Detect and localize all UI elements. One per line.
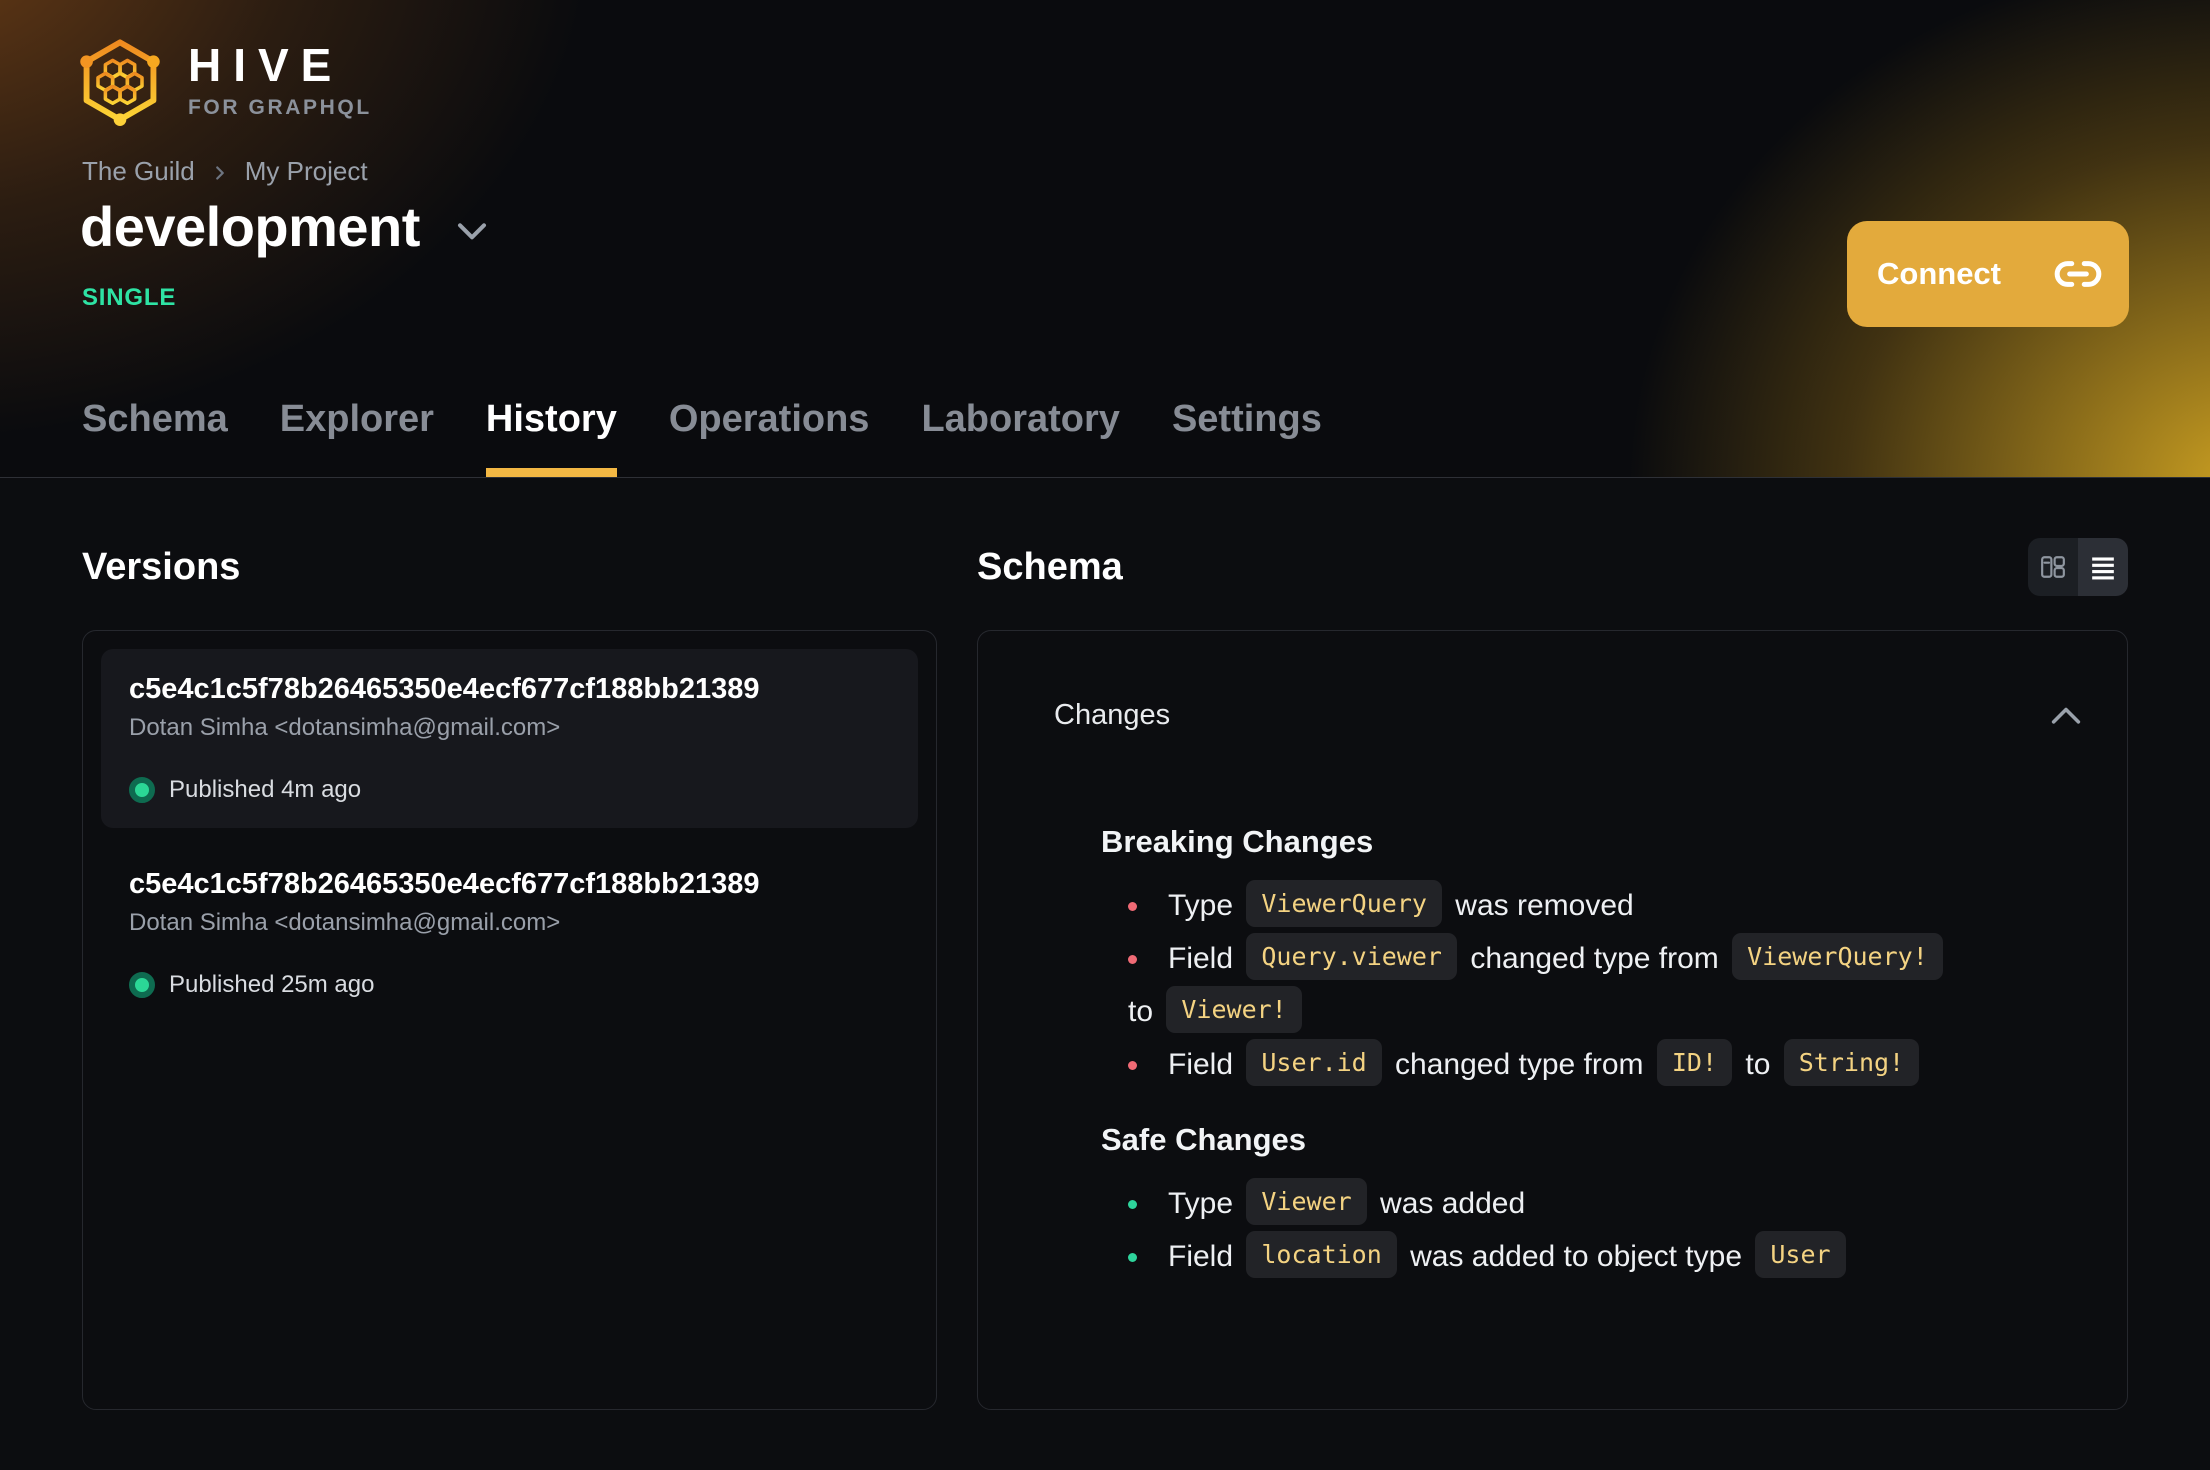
code-chip: ViewerQuery!: [1732, 933, 1943, 980]
code-chip: location: [1246, 1231, 1397, 1278]
tab-laboratory[interactable]: Laboratory: [921, 398, 1119, 477]
list-view-button[interactable]: [2078, 538, 2128, 596]
published-dot-icon: [129, 972, 155, 998]
change-list: Type ViewerQuery was removedField Query.…: [1128, 879, 2027, 1091]
schema-title: Schema: [977, 545, 1123, 588]
code-chip: ViewerQuery: [1246, 880, 1442, 927]
main-content: Versions c5e4c1c5f78b26465350e4ecf677cf1…: [0, 478, 2210, 1410]
change-item: Type Viewer was added: [1128, 1177, 2027, 1230]
change-item: Field location was added to object type …: [1128, 1230, 2027, 1283]
version-list-item[interactable]: c5e4c1c5f78b26465350e4ecf677cf188bb21389…: [101, 844, 918, 1023]
versions-title: Versions: [82, 545, 241, 588]
chevron-up-icon: [2051, 707, 2081, 724]
code-chip: Viewer!: [1166, 986, 1302, 1033]
brand-tagline: FOR GRAPHQL: [188, 96, 372, 119]
versions-panel: c5e4c1c5f78b26465350e4ecf677cf188bb21389…: [82, 630, 937, 1410]
change-item: Type ViewerQuery was removed: [1128, 879, 2027, 932]
code-chip: Query.viewer: [1246, 933, 1457, 980]
code-chip: ID!: [1656, 1039, 1733, 1086]
schema-view-toggle: [2028, 538, 2128, 596]
tab-explorer[interactable]: Explorer: [280, 398, 434, 477]
change-list: Type Viewer was addedField location was …: [1128, 1177, 2027, 1283]
breadcrumb-project[interactable]: My Project: [245, 156, 368, 187]
connect-button[interactable]: Connect: [1847, 221, 2129, 327]
version-hash: c5e4c1c5f78b26465350e4ecf677cf188bb21389: [129, 868, 760, 900]
brand-name: HIVE: [188, 39, 344, 91]
tab-schema[interactable]: Schema: [82, 398, 228, 477]
tab-history[interactable]: History: [485, 398, 617, 477]
change-section-title: Breaking Changes: [1101, 824, 1374, 859]
changes-title: Changes: [1054, 699, 1171, 731]
breadcrumb-org[interactable]: The Guild: [82, 156, 195, 187]
hive-logo[interactable]: HIVE FOR GRAPHQL: [78, 34, 372, 128]
changes-accordion-header[interactable]: Changes: [978, 631, 2127, 733]
link-icon: [2054, 261, 2102, 287]
changes-body: Breaking Changes Type ViewerQuery was rem…: [978, 733, 2127, 1283]
change-item: Field User.id changed type from ID! to S…: [1128, 1038, 2027, 1091]
header: HIVE FOR GRAPHQL The Guild My Project de…: [0, 0, 2210, 478]
chevron-right-icon: [209, 160, 231, 184]
connect-button-label: Connect: [1877, 256, 2001, 291]
columns-view-icon: [2041, 556, 2065, 578]
target-selector-chevron-down-icon[interactable]: [456, 221, 488, 243]
code-chip: String!: [1783, 1039, 1920, 1086]
tab-settings[interactable]: Settings: [1172, 398, 1322, 477]
page-title: development: [80, 195, 420, 258]
version-hash: c5e4c1c5f78b26465350e4ecf677cf188bb21389: [129, 673, 760, 705]
version-author: Dotan Simha <dotansimha@gmail.com>: [129, 714, 561, 741]
schema-changes-panel: Changes Breaking Changes Type ViewerQuery…: [977, 630, 2128, 1410]
version-author: Dotan Simha <dotansimha@gmail.com>: [129, 909, 561, 936]
change-section: Safe Changes Type Viewer was addedField l…: [1101, 1121, 2027, 1283]
version-status-text: Published 4m ago: [169, 776, 362, 803]
version-status-text: Published 25m ago: [169, 971, 375, 998]
change-item: Field Query.viewer changed type from Vie…: [1128, 932, 2027, 1038]
list-view-icon: [2092, 557, 2114, 580]
tab-operations[interactable]: Operations: [669, 398, 870, 477]
code-chip: User: [1755, 1231, 1846, 1278]
target-type-badge: SINGLE: [82, 284, 177, 311]
hive-hexagon-icon: [80, 39, 160, 126]
breadcrumb: The Guild My Project: [82, 156, 368, 187]
change-section-title: Safe Changes: [1101, 1122, 1307, 1157]
code-chip: User.id: [1246, 1039, 1382, 1086]
published-dot-icon: [129, 777, 155, 803]
version-list-item[interactable]: c5e4c1c5f78b26465350e4ecf677cf188bb21389…: [101, 649, 918, 828]
tab-bar: Schema Explorer History Operations Labor…: [82, 398, 1322, 477]
columns-view-button[interactable]: [2028, 538, 2078, 596]
code-chip: Viewer: [1246, 1178, 1367, 1225]
change-section: Breaking Changes Type ViewerQuery was rem…: [1101, 823, 2027, 1091]
